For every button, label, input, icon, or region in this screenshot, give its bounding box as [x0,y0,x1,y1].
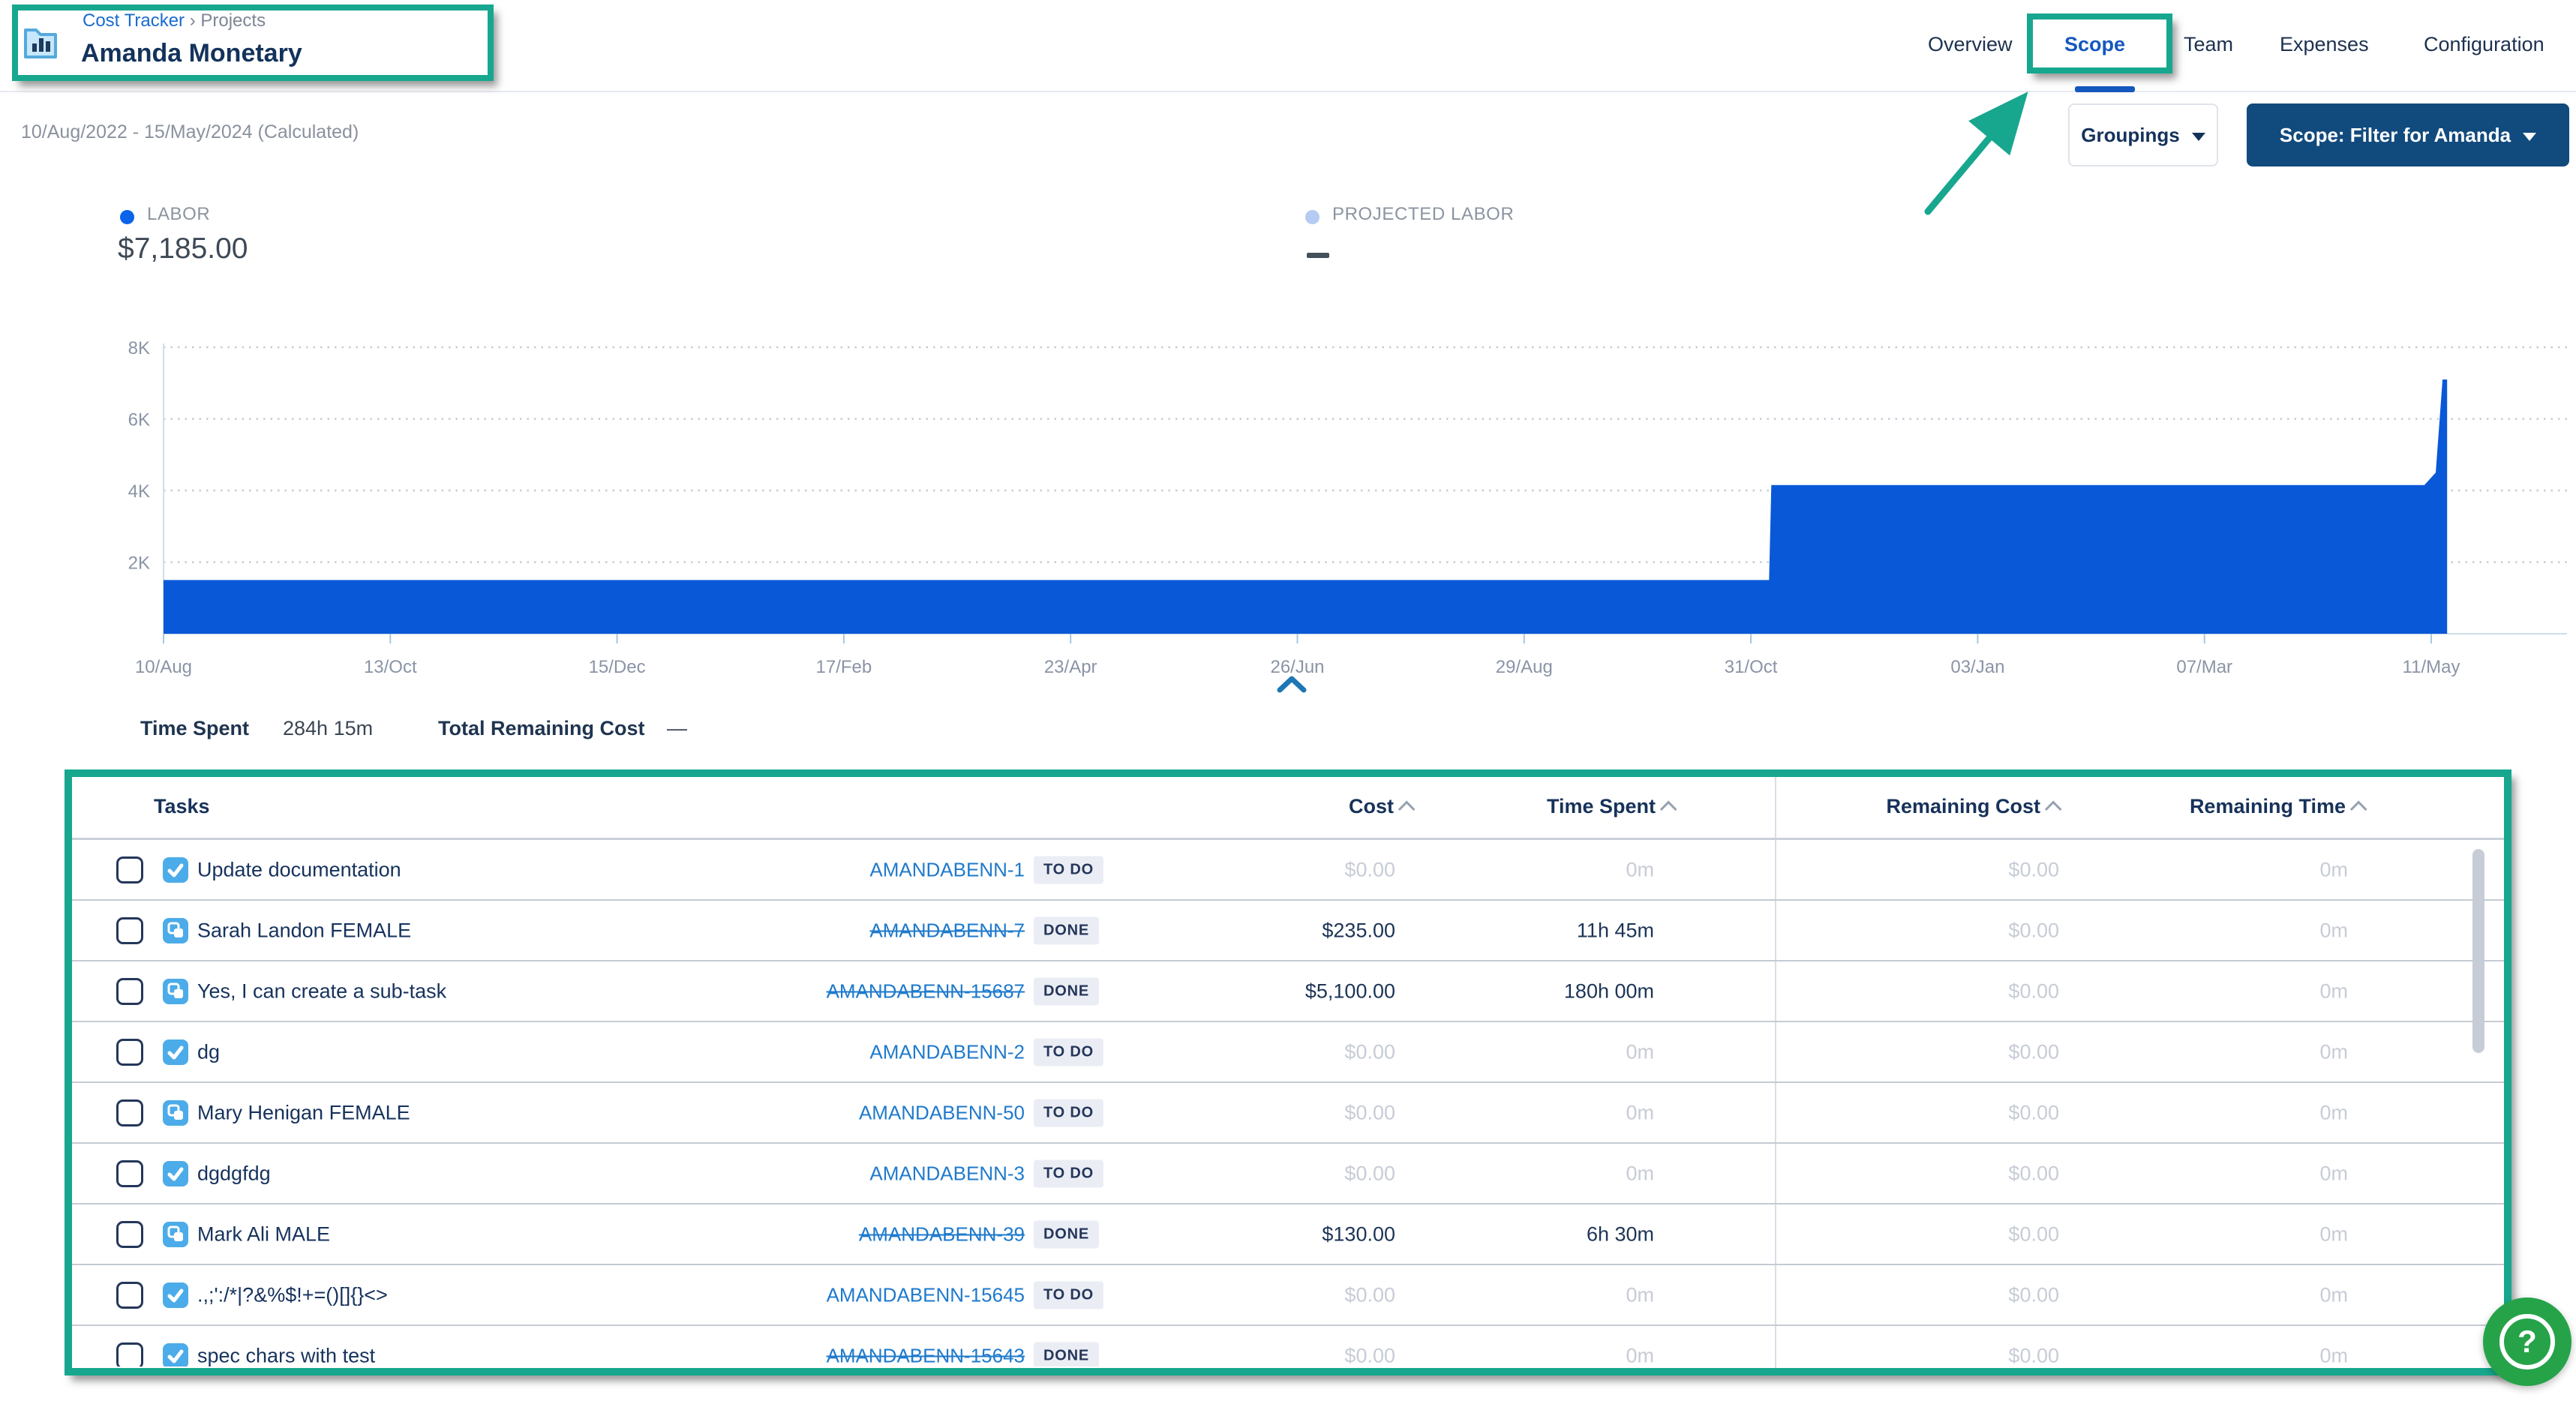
dropdown-caret-icon [2523,133,2536,141]
collapse-chart-chevron-icon[interactable] [1275,675,1308,694]
help-button[interactable]: ? [2483,1298,2571,1386]
annotation-arrow-to-scope [1905,82,2070,232]
labor-cost-area-chart: 2K 4K 6K 8K 10/Aug 13/Oct 15/Dec 17/Feb 23/Apr 26… [0,315,2576,690]
groupings-button[interactable]: Groupings [2068,104,2218,166]
question-mark-icon: ? [2499,1314,2555,1370]
groupings-button-label: Groupings [2081,124,2179,147]
x-axis-tick-label: 07/Mar [2176,657,2232,677]
y-axis-tick-label: 8K [128,338,150,358]
x-axis-tick-label: 29/Aug [1496,657,1553,677]
x-axis-tick-label: 23/Apr [1044,657,1097,677]
total-remaining-cost-label: Total Remaining Cost [438,717,645,740]
tab-expenses[interactable]: Expenses [2280,33,2369,56]
labor-total-value: $7,185.00 [118,232,248,266]
labor-legend-label: LABOR [147,204,210,225]
x-axis-tick-label: 11/May [2403,657,2460,677]
dropdown-caret-icon [2192,133,2205,141]
scope-filter-button-label: Scope: Filter for Amanda [2280,124,2511,147]
x-axis-tick-label: 10/Aug [135,657,192,677]
tab-configuration[interactable]: Configuration [2424,33,2544,56]
y-axis-tick-label: 6K [128,410,150,430]
time-spent-label: Time Spent [140,717,249,740]
x-axis-tick-label: 03/Jan [1950,657,2004,677]
tab-team[interactable]: Team [2184,33,2233,56]
projected-labor-legend-label: PROJECTED LABOR [1332,204,1514,225]
x-axis-tick-label: 15/Dec [589,657,646,677]
annotation-box-header [12,4,494,81]
x-axis-tick-label: 17/Feb [816,657,872,677]
labor-area-series [164,380,2447,634]
header-divider [0,91,2576,92]
labor-legend-dot [120,210,134,224]
projected-labor-legend-dot [1305,210,1320,224]
tab-overview[interactable]: Overview [1928,33,2013,56]
time-spent-value: 284h 15m [283,717,373,740]
x-axis-tick-label: 26/Jun [1270,657,1324,677]
scope-filter-button[interactable]: Scope: Filter for Amanda [2247,104,2569,166]
cost-tracker-page: Cost Tracker › Projects Amanda Monetary … [0,0,2576,1404]
projected-labor-empty-value [1307,253,1329,258]
y-axis-tick-label: 2K [128,554,150,574]
annotation-box-table [65,770,2511,1376]
project-date-range: 10/Aug/2022 - 15/May/2024 (Calculated) [21,122,359,143]
x-axis-tick-label: 31/Oct [1725,657,1778,677]
y-axis-tick-label: 4K [128,482,150,502]
active-tab-indicator [2075,86,2135,92]
x-axis-tick-label: 13/Oct [364,657,417,677]
total-remaining-cost-value: — [667,717,687,740]
annotation-box-scope-tab [2027,14,2172,74]
